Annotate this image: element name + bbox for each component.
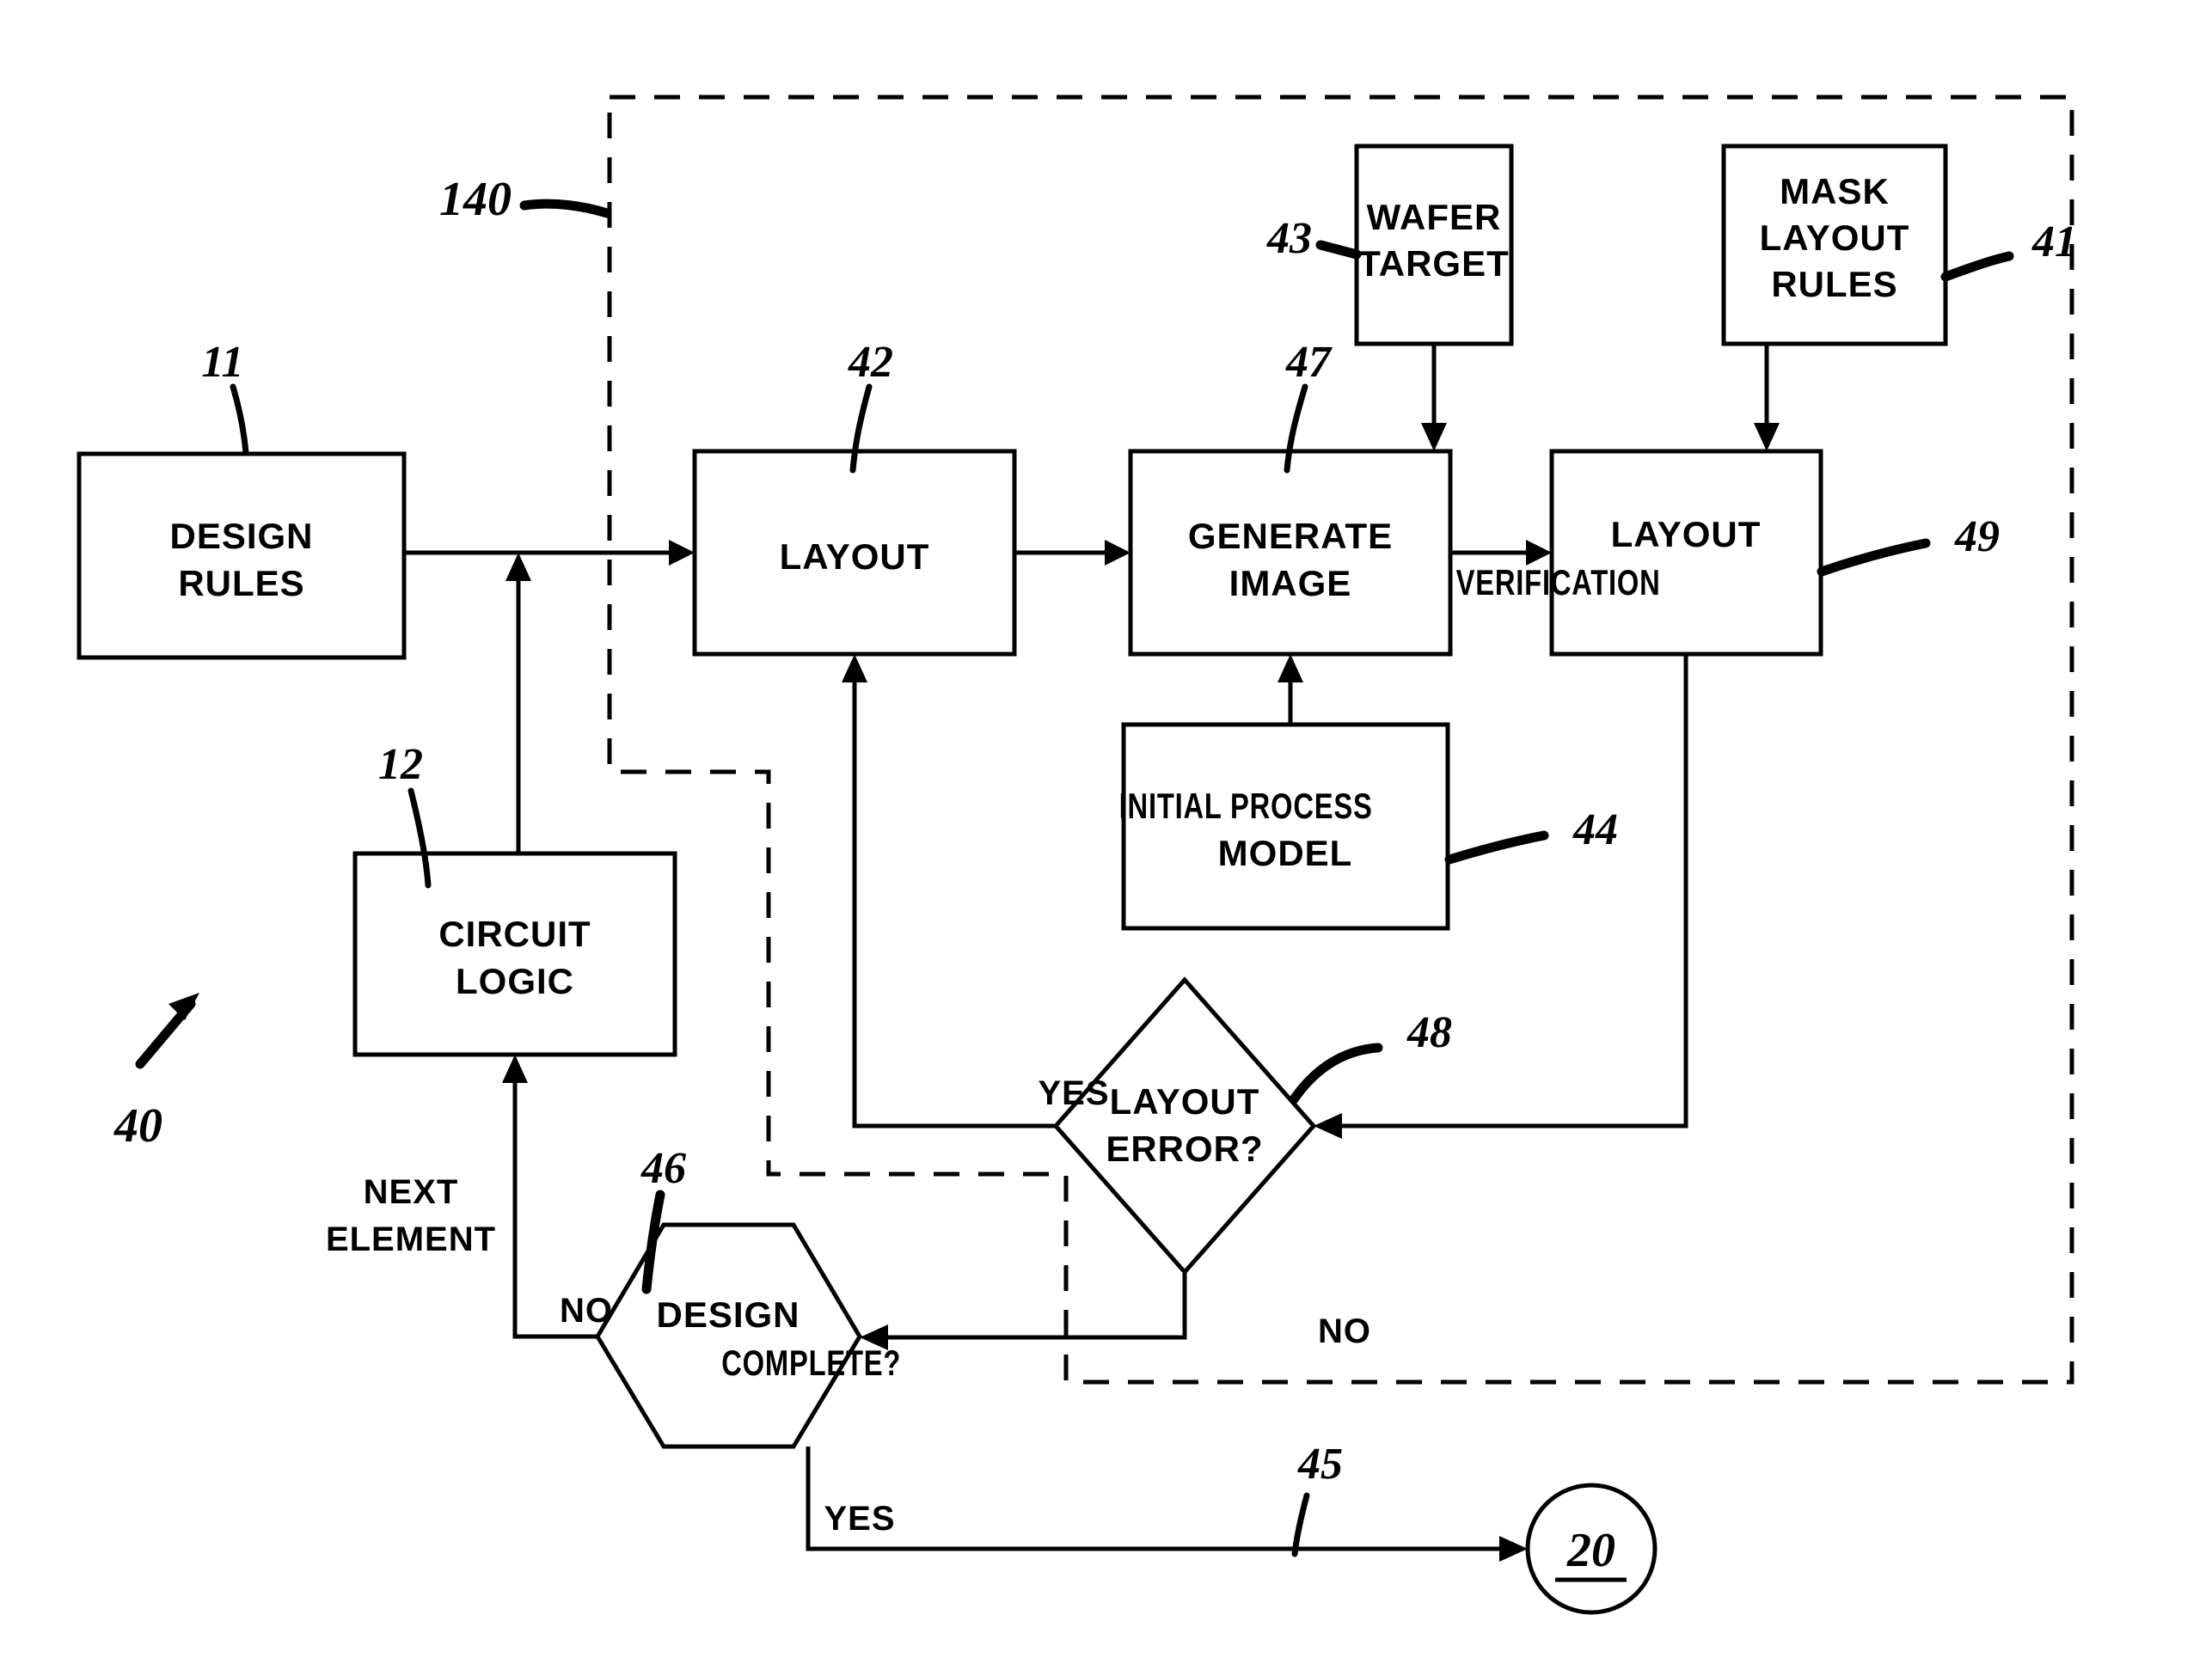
- decision-design-complete-label-line1: DESIGN: [656, 1294, 800, 1335]
- system-ref-40-arrow: [135, 993, 199, 1069]
- ref-number-46: 46: [640, 1144, 686, 1193]
- ref-48-leader: [1289, 1043, 1383, 1104]
- ref-42-leader: [849, 383, 873, 474]
- ref-45-leader: [1291, 1492, 1310, 1557]
- decision-layout-error-no-label: NO: [1318, 1312, 1371, 1350]
- decision-design-complete-yes-label: YES: [824, 1500, 895, 1538]
- decision-layout-error-yes-label: YES: [1038, 1074, 1109, 1112]
- box-wafer-target-label-line1: WAFER: [1367, 197, 1502, 237]
- ref-12-leader: [407, 787, 432, 889]
- box-initial-process-model-label-line1: INITIAL PROCESS: [1119, 786, 1373, 826]
- ref-number-44: 44: [1572, 805, 1618, 854]
- box-wafer-target[interactable]: WAFER TARGET: [1354, 144, 1514, 346]
- edge-layout-error-no-to-design-complete: [860, 1272, 1187, 1350]
- ref-140-leader: [519, 199, 612, 218]
- terminal-connector-label: 20: [1566, 1524, 1615, 1577]
- decision-design-complete-no-label: NO: [560, 1292, 613, 1330]
- edge-layout-error-yes-to-layout: [842, 654, 1056, 1129]
- box-generate-image-label-line1: GENERATE: [1188, 516, 1393, 556]
- ref-number-42: 42: [848, 338, 893, 387]
- edge-initial-process-model-to-generate-image: [1278, 654, 1303, 725]
- box-generate-image-label-line2: IMAGE: [1229, 563, 1352, 603]
- box-mask-layout-rules[interactable]: MASK LAYOUT RULES: [1721, 144, 1948, 346]
- ref-number-40: 40: [113, 1099, 162, 1153]
- ref-number-12: 12: [378, 740, 423, 789]
- box-initial-process-model-label-line2: MODEL: [1218, 833, 1353, 873]
- ref-41-leader: [1940, 251, 2014, 282]
- box-mask-layout-rules-label-line3: RULES: [1771, 264, 1897, 304]
- box-initial-process-model[interactable]: INITIAL PROCESS MODEL: [1119, 722, 1450, 931]
- ref-44-leader: [1444, 830, 1549, 865]
- box-design-rules-label-line1: DESIGN: [169, 516, 313, 556]
- edge-design-rules-to-layout: [404, 540, 695, 566]
- edge-design-complete-yes-to-terminal: [806, 1447, 1528, 1562]
- edge-layout-to-generate-image: [1014, 540, 1131, 566]
- edge-mask-layout-rules-to-layout-verification: [1754, 344, 1780, 451]
- box-layout-label: LAYOUT: [780, 536, 930, 577]
- ref-number-11: 11: [201, 338, 243, 387]
- ref-46-leader: [641, 1190, 665, 1294]
- flowchart-svg: 140 40 DESIGN RULES 11 CIRCUIT LOGIC 12: [77, 95, 2077, 1615]
- box-design-rules-label-line2: RULES: [178, 563, 304, 603]
- edge-wafer-target-to-layout-verification: [1421, 344, 1447, 451]
- decision-layout-error[interactable]: LAYOUT ERROR?: [1052, 976, 1317, 1275]
- box-layout-verification-label-line1: LAYOUT: [1611, 514, 1762, 554]
- box-circuit-logic[interactable]: CIRCUIT LOGIC: [352, 851, 677, 1057]
- box-design-rules[interactable]: DESIGN RULES: [77, 451, 407, 660]
- box-layout-verification-label-line2: VERIFICATION: [1456, 562, 1661, 603]
- ref-43-leader: [1315, 240, 1362, 260]
- ref-number-47: 47: [1285, 338, 1333, 387]
- box-mask-layout-rules-label-line2: LAYOUT: [1760, 217, 1910, 258]
- ref-number-41: 41: [2031, 217, 2077, 266]
- ref-number-140: 140: [439, 173, 512, 226]
- terminal-connector-20[interactable]: 20: [1525, 1483, 1657, 1615]
- box-layout[interactable]: LAYOUT: [692, 449, 1017, 657]
- box-circuit-logic-label-line1: CIRCUIT: [438, 914, 591, 954]
- ref-11-leader: [230, 383, 249, 456]
- ref-number-43: 43: [1266, 214, 1312, 263]
- box-generate-image[interactable]: GENERATE IMAGE: [1128, 449, 1453, 657]
- ref-number-49: 49: [1954, 512, 2000, 561]
- box-wafer-target-label-line2: TARGET: [1358, 243, 1510, 284]
- ref-number-45: 45: [1297, 1440, 1343, 1489]
- decision-design-complete[interactable]: DESIGN COMPLETE?: [595, 1222, 901, 1449]
- ref-47-leader: [1284, 383, 1308, 474]
- ref-49-leader: [1817, 538, 1931, 577]
- box-mask-layout-rules-label-line1: MASK: [1780, 171, 1890, 211]
- box-circuit-logic-label-line2: LOGIC: [456, 961, 574, 1001]
- decision-layout-error-label-line2: ERROR?: [1106, 1129, 1263, 1169]
- decision-design-complete-label-line2: COMPLETE?: [721, 1343, 901, 1383]
- ref-number-48: 48: [1406, 1008, 1452, 1057]
- edge-circuit-logic-to-design-rules-line: [506, 553, 531, 853]
- edge-label-next-element-line1: NEXT: [364, 1173, 459, 1211]
- edge-layout-verification-to-layout-error: [1314, 654, 1688, 1139]
- patent-figure-page: 140 40 DESIGN RULES 11 CIRCUIT LOGIC 12: [0, 0, 2212, 1670]
- edge-label-next-element-line2: ELEMENT: [326, 1220, 496, 1258]
- decision-layout-error-label-line1: LAYOUT: [1110, 1081, 1260, 1122]
